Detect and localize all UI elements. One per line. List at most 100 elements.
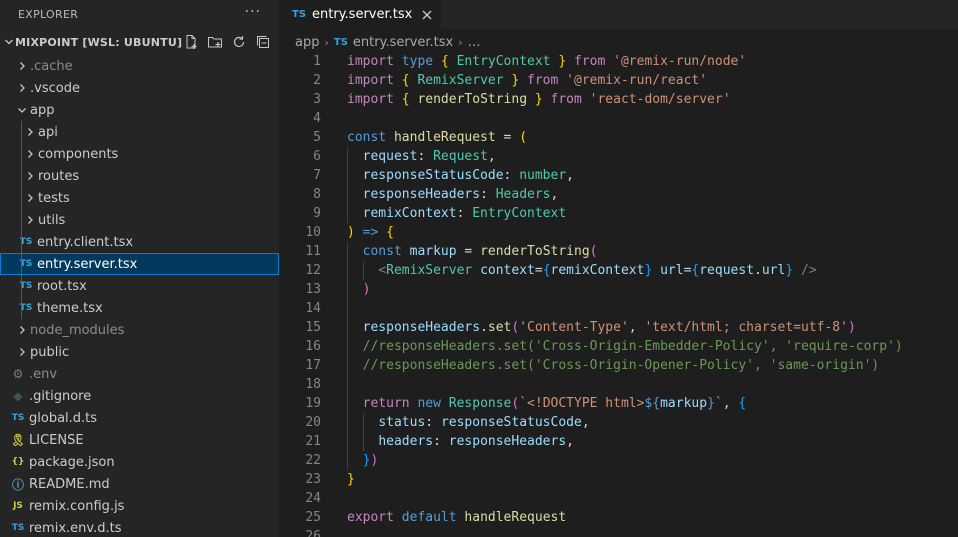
code-token: }	[707, 396, 715, 411]
tab-label: entry.server.tsx	[312, 7, 413, 22]
breadcrumb-folder[interactable]: app	[295, 35, 319, 50]
code-line: 5 const handleRequest = (	[279, 128, 958, 147]
code-line: 23}	[279, 470, 958, 489]
file-item[interactable]: ◆ .gitignore	[0, 385, 279, 407]
code-editor[interactable]: 1 import type { EntryContext } from '@rem…	[279, 52, 958, 537]
line-number: 14	[305, 301, 321, 316]
code-token: const	[362, 244, 402, 259]
code-token: .	[480, 320, 488, 335]
code-token: default	[401, 510, 457, 525]
file-item[interactable]: ⓘ README.md	[0, 473, 279, 495]
code-line: 15 responseHeaders.set('Content-Type', '…	[279, 318, 958, 337]
breadcrumb-symbols[interactable]: …	[468, 35, 481, 50]
line-content: })	[321, 451, 378, 470]
code-token: 'Content-Type'	[519, 320, 629, 335]
file-tree: .cache .vscode app api components routes tests…	[0, 55, 279, 537]
line-number: 18	[305, 377, 321, 392]
tree-item-label: routes	[38, 168, 80, 184]
code-line: 19 return new Response(`<!DOCTYPE html>$…	[279, 394, 958, 413]
chevron-right-icon	[14, 325, 30, 335]
folder-item[interactable]: .vscode	[0, 77, 279, 99]
file-item[interactable]: 🎗 LICENSE	[0, 429, 279, 451]
tab-bar: TS entry.server.tsx	[279, 0, 958, 29]
line-number: 24	[305, 491, 321, 506]
file-item[interactable]: TS entry.server.tsx	[0, 253, 279, 275]
code-token: :	[480, 187, 496, 202]
code-token: from	[527, 73, 559, 88]
code-token: import	[347, 54, 394, 69]
code-line: 3 import { renderToString } from 'react-d…	[279, 90, 958, 109]
folder-item[interactable]: .cache	[0, 55, 279, 77]
gear-icon: ⚙	[12, 367, 24, 381]
code-token: request	[362, 149, 418, 164]
line-number: 10	[305, 225, 321, 240]
indent-guide	[347, 147, 348, 166]
code-line: 8 responseHeaders: Headers,	[279, 185, 958, 204]
code-token: import	[347, 73, 394, 88]
file-item[interactable]: JS remix.config.js	[0, 495, 279, 517]
collapse-all-icon[interactable]	[254, 33, 272, 51]
file-item[interactable]: TS root.tsx	[0, 275, 279, 297]
file-item[interactable]: TS remix.env.d.ts	[0, 517, 279, 537]
file-item[interactable]: ⚙ .env	[0, 363, 279, 385]
file-item[interactable]: TS entry.client.tsx	[0, 231, 279, 253]
file-item[interactable]: TS theme.tsx	[0, 297, 279, 319]
explorer-sidebar: EXPLORER ··· MIXPOINT [WSL: UBUNTU] .cac…	[0, 0, 279, 537]
tree-item-label: theme.tsx	[37, 300, 103, 316]
line-number: 15	[305, 320, 321, 335]
indent-guide	[347, 280, 348, 299]
code-token: :	[433, 434, 449, 449]
indent-guide	[347, 299, 348, 318]
indent-guide	[21, 275, 22, 297]
code-token: ${	[644, 396, 661, 411]
code-token: (	[589, 244, 598, 259]
folder-item[interactable]: tests	[0, 187, 279, 209]
workspace-title: MIXPOINT [WSL: UBUNTU]	[15, 35, 183, 49]
code-token: ,	[566, 168, 574, 183]
tree-item-label: .cache	[30, 58, 73, 74]
line-content	[321, 109, 347, 128]
new-file-icon[interactable]	[182, 33, 200, 51]
folder-item[interactable]: api	[0, 121, 279, 143]
chevron-right-icon	[22, 171, 38, 181]
breadcrumb-file[interactable]: entry.server.tsx	[353, 35, 453, 50]
tree-item-label: package.json	[29, 454, 115, 470]
code-token: 'react-dom/server'	[589, 92, 731, 107]
folder-item[interactable]: app	[0, 99, 279, 121]
code-line: 9 remixContext: EntryContext	[279, 204, 958, 223]
folder-item[interactable]: components	[0, 143, 279, 165]
close-icon[interactable]	[421, 9, 433, 21]
code-token: responseHeaders	[362, 320, 481, 335]
code-token: context	[480, 263, 535, 278]
code-token: number	[519, 168, 567, 183]
workspace-section-header[interactable]: MIXPOINT [WSL: UBUNTU]	[0, 29, 279, 55]
file-item[interactable]: TS global.d.ts	[0, 407, 279, 429]
tab-entry-server[interactable]: TS entry.server.tsx	[279, 0, 442, 29]
code-token: url	[761, 263, 786, 278]
code-token: markup	[409, 244, 457, 259]
folder-item[interactable]: routes	[0, 165, 279, 187]
refresh-icon[interactable]	[230, 33, 248, 51]
file-item[interactable]: {} package.json	[0, 451, 279, 473]
line-number: 17	[305, 358, 321, 373]
code-token: }	[347, 472, 355, 487]
more-actions-icon[interactable]: ···	[245, 4, 261, 20]
indent-guide	[21, 121, 22, 143]
code-token: 'text/html; charset=utf-8'	[644, 320, 848, 335]
folder-item[interactable]: node_modules	[0, 319, 279, 341]
folder-item[interactable]: utils	[0, 209, 279, 231]
chevron-down-icon	[14, 105, 30, 115]
typescript-file-icon: TS	[333, 36, 348, 48]
folder-item[interactable]: public	[0, 341, 279, 363]
new-folder-icon[interactable]	[206, 33, 224, 51]
code-token: }	[558, 54, 567, 69]
code-token: ,	[566, 434, 574, 449]
line-number: 3	[313, 92, 321, 107]
git-icon: ◆	[13, 389, 23, 403]
